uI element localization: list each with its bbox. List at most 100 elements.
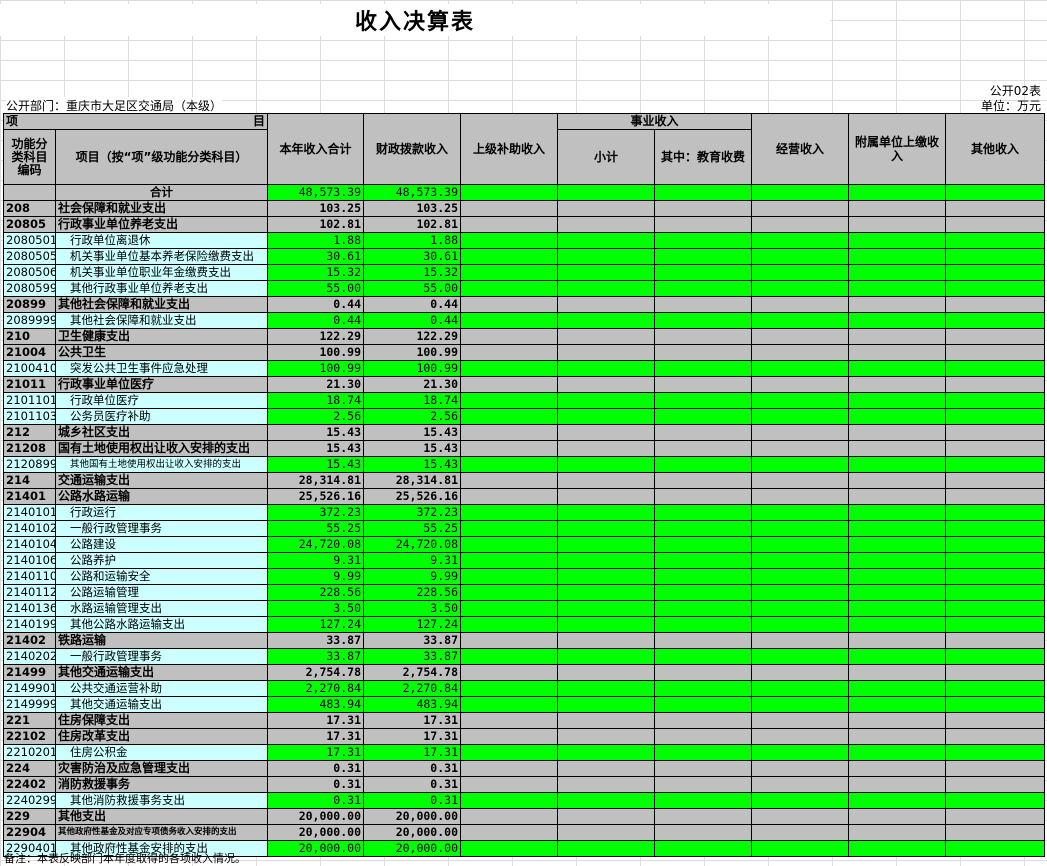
row-total: 25,526.16 xyxy=(267,488,364,505)
row-empty-cell xyxy=(848,344,947,361)
row-empty-cell xyxy=(945,776,1046,793)
row-name: 机关事业单位基本养老保险缴费支出 xyxy=(55,248,268,265)
row-empty-cell xyxy=(751,760,850,777)
row-empty-cell xyxy=(751,824,850,841)
row-total: 15.43 xyxy=(267,456,364,473)
row-fiscal: 9.99 xyxy=(363,568,461,585)
row-empty-cell xyxy=(848,744,947,761)
row-empty-cell xyxy=(460,216,558,233)
row-empty-cell xyxy=(460,424,558,441)
row-empty-cell xyxy=(557,792,655,809)
row-empty-cell xyxy=(751,696,850,713)
row-empty-cell xyxy=(557,392,655,409)
row-empty-cell xyxy=(848,552,947,569)
row-name: 公路建设 xyxy=(55,536,268,553)
table-row: 2140202 一般行政管理事务 33.87 33.87 xyxy=(3,648,1046,665)
row-fiscal: 33.87 xyxy=(363,632,461,649)
col-superior: 上级补助收入 xyxy=(460,113,558,185)
row-empty-cell xyxy=(460,664,558,681)
row-empty-cell xyxy=(848,680,947,697)
row-empty-cell xyxy=(751,632,850,649)
row-empty-cell xyxy=(945,808,1046,825)
row-empty-cell xyxy=(653,808,753,825)
row-empty-cell xyxy=(945,520,1046,537)
row-empty-cell xyxy=(848,360,947,377)
row-total: 3.50 xyxy=(267,600,364,617)
row-name: 交通运输支出 xyxy=(55,472,268,489)
item-header: 项 目 xyxy=(3,113,268,130)
row-empty-cell xyxy=(557,728,655,745)
row-empty-cell xyxy=(945,696,1046,713)
row-name: 卫生健康支出 xyxy=(55,328,268,345)
row-fiscal: 0.44 xyxy=(363,296,461,313)
footnote: 备注：本表反映部门本年度取得的各项收入情况。 xyxy=(4,852,246,865)
row-name: 行政单位医疗 xyxy=(55,392,268,409)
row-empty-cell xyxy=(751,568,850,585)
row-fiscal: 122.29 xyxy=(363,328,461,345)
row-empty-cell xyxy=(557,744,655,761)
row-empty-cell xyxy=(945,296,1046,313)
row-code: 20899 xyxy=(3,296,56,313)
row-empty-cell xyxy=(557,552,655,569)
row-total: 1.88 xyxy=(267,232,364,249)
row-fiscal: 28,314.81 xyxy=(363,472,461,489)
row-empty-cell xyxy=(751,552,850,569)
row-total: 102.81 xyxy=(267,216,364,233)
row-total: 9.99 xyxy=(267,568,364,585)
row-empty-cell xyxy=(557,424,655,441)
table-row: 221 住房保障支出 17.31 17.31 xyxy=(3,712,1046,729)
row-name: 行政单位离退休 xyxy=(55,232,268,249)
row-empty-cell xyxy=(460,632,558,649)
row-empty-cell xyxy=(653,616,753,633)
department-label: 公开部门：重庆市大足区交通局（本级） xyxy=(6,97,223,114)
row-total: 228.56 xyxy=(267,584,364,601)
row-name: 其他社会保障和就业支出 xyxy=(55,296,268,313)
row-empty-cell xyxy=(653,760,753,777)
row-empty-cell xyxy=(460,312,558,329)
row-empty-cell xyxy=(848,568,947,585)
row-empty-cell xyxy=(848,376,947,393)
row-name: 公共交通运营补助 xyxy=(55,680,268,697)
row-name: 突发公共卫生事件应急处理 xyxy=(55,360,268,377)
row-empty-cell xyxy=(460,472,558,489)
row-empty-cell xyxy=(945,840,1046,857)
col-affiliated: 附属单位上缴收入 xyxy=(848,113,947,185)
row-empty-cell xyxy=(460,824,558,841)
row-name: 铁路运输 xyxy=(55,632,268,649)
table-row: 2080501 行政单位离退休 1.88 1.88 xyxy=(3,232,1046,249)
row-code: 20805 xyxy=(3,216,56,233)
row-empty-cell xyxy=(460,200,558,217)
row-empty-cell xyxy=(557,472,655,489)
row-code: 221 xyxy=(3,712,56,729)
row-empty-cell xyxy=(848,280,947,297)
row-total: 17.31 xyxy=(267,744,364,761)
row-empty-cell xyxy=(751,808,850,825)
row-empty-cell xyxy=(460,536,558,553)
row-empty-cell xyxy=(460,456,558,473)
row-empty-cell xyxy=(557,520,655,537)
row-empty-cell xyxy=(945,216,1046,233)
row-total: 0.31 xyxy=(267,792,364,809)
row-code: 2149901 xyxy=(3,680,56,697)
row-empty-cell xyxy=(653,664,753,681)
row-empty-cell xyxy=(653,440,753,457)
row-name: 社会保障和就业支出 xyxy=(55,200,268,217)
row-total: 24,720.08 xyxy=(267,536,364,553)
row-empty-cell xyxy=(945,200,1046,217)
row-code: 2149999 xyxy=(3,696,56,713)
row-empty-cell xyxy=(557,440,655,457)
row-code: 2089999 xyxy=(3,312,56,329)
row-empty-cell xyxy=(653,696,753,713)
row-empty-cell xyxy=(945,424,1046,441)
row-fiscal: 30.61 xyxy=(363,248,461,265)
row-empty-cell xyxy=(557,584,655,601)
row-fiscal: 17.31 xyxy=(363,744,461,761)
row-name: 其他公路水路运输支出 xyxy=(55,616,268,633)
row-code: 2140199 xyxy=(3,616,56,633)
table-row: 212 城乡社区支出 15.43 15.43 xyxy=(3,424,1046,441)
row-total: 103.25 xyxy=(267,200,364,217)
row-empty-cell xyxy=(945,280,1046,297)
item-header-right: 目 xyxy=(252,114,265,129)
row-empty-cell xyxy=(945,616,1046,633)
row-empty-cell xyxy=(945,456,1046,473)
